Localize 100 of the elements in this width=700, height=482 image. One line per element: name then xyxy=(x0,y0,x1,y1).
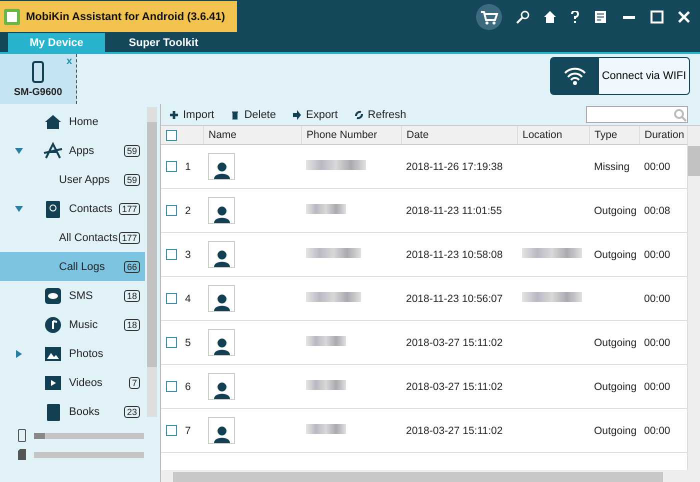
blurred-phone-number xyxy=(306,424,346,434)
column-header[interactable]: Name xyxy=(203,126,301,144)
scrollbar[interactable] xyxy=(147,107,157,417)
person-silhouette-icon xyxy=(214,293,230,311)
column-header[interactable]: Date xyxy=(401,126,517,144)
sidebar-item[interactable]: Videos 7 xyxy=(0,368,145,397)
count-badge: 18 xyxy=(124,318,140,330)
maximize-icon[interactable] xyxy=(650,10,664,24)
sidebar-item[interactable]: Contacts 177 xyxy=(0,194,145,223)
count-badge: 177 xyxy=(118,202,140,214)
row-number: 5 xyxy=(185,336,191,348)
duration-cell: 00:00 xyxy=(644,336,670,348)
sidebar-item[interactable]: Music 18 xyxy=(0,310,145,339)
blurred-phone-number xyxy=(306,380,346,390)
blurred-phone-number xyxy=(306,204,346,214)
blurred-phone-number xyxy=(306,248,361,258)
person-silhouette-icon xyxy=(214,425,230,443)
home-icon[interactable] xyxy=(544,10,556,22)
checkbox[interactable] xyxy=(166,205,177,216)
app-store-icon xyxy=(43,140,63,160)
sidebar-item[interactable]: All Contacts 177 xyxy=(0,223,145,252)
duration-cell: 00:00 xyxy=(644,248,670,260)
type-cell: Outgoing xyxy=(594,380,637,392)
person-silhouette-icon xyxy=(214,381,230,399)
phone-icon xyxy=(32,60,44,82)
checkbox[interactable] xyxy=(166,337,177,348)
triangle-down-icon[interactable] xyxy=(14,204,22,212)
duration-cell: 00:00 xyxy=(644,292,670,304)
checkbox[interactable] xyxy=(166,381,177,392)
refresh-icon xyxy=(354,110,364,120)
type-cell: Outgoing xyxy=(594,248,637,260)
search-icon xyxy=(673,108,687,122)
register-icon[interactable] xyxy=(594,10,608,24)
date-cell: 2018-11-23 10:56:07 xyxy=(406,292,503,304)
date-cell: 2018-03-27 15:11:02 xyxy=(406,380,503,392)
date-cell: 2018-03-27 15:11:02 xyxy=(406,336,503,348)
wifi-icon xyxy=(563,66,587,86)
column-header[interactable]: Phone Number xyxy=(301,126,401,144)
count-badge: 59 xyxy=(124,144,140,156)
person-silhouette-icon xyxy=(214,161,230,179)
music-note-icon xyxy=(43,314,63,334)
duration-cell: 00:00 xyxy=(644,424,670,436)
window-title: MobiKin Assistant for Android (3.6.41) xyxy=(26,10,226,22)
count-badge: 18 xyxy=(124,290,140,302)
triangle-down-icon[interactable] xyxy=(14,146,22,154)
address-book-icon xyxy=(43,198,63,218)
column-header[interactable]: Location xyxy=(517,126,589,144)
blurred-phone-number xyxy=(306,160,366,170)
row-number: 1 xyxy=(185,160,191,172)
search-field[interactable] xyxy=(586,106,688,123)
chat-bubble-icon xyxy=(43,286,63,306)
sidebar-item[interactable]: Home xyxy=(0,107,145,136)
connect-wifi-button[interactable]: Connect via WIFI xyxy=(550,57,690,95)
close-icon[interactable] xyxy=(678,10,690,22)
sidebar-item[interactable]: Books 23 xyxy=(0,397,145,426)
checkbox[interactable] xyxy=(166,130,177,141)
device-card[interactable]: SM-G9600 x xyxy=(0,54,77,104)
horizontal-scrollbar[interactable] xyxy=(161,470,700,482)
checkbox[interactable] xyxy=(166,425,177,436)
sidebar-item[interactable]: Photos xyxy=(0,339,145,368)
toolbar-button[interactable]: Export xyxy=(292,108,338,120)
type-cell: Outgoing xyxy=(594,204,637,216)
checkbox[interactable] xyxy=(166,293,177,304)
toolbar-button[interactable]: Delete xyxy=(230,108,276,120)
blurred-phone-number xyxy=(306,292,361,302)
sidebar-item[interactable]: SMS 18 xyxy=(0,281,145,310)
toolbar-button[interactable]: Refresh xyxy=(354,108,406,120)
person-silhouette-icon xyxy=(214,337,230,355)
person-silhouette-icon xyxy=(214,205,230,223)
date-cell: 2018-03-27 15:11:02 xyxy=(406,424,503,436)
help-icon[interactable] xyxy=(570,10,580,22)
count-badge: 23 xyxy=(124,406,140,418)
sd-card-icon xyxy=(18,449,26,460)
scrollbar[interactable] xyxy=(687,126,700,470)
column-header[interactable]: Duration xyxy=(639,126,687,144)
trash-icon xyxy=(230,110,240,120)
toolbar-button[interactable]: Import xyxy=(169,108,214,120)
row-number: 4 xyxy=(185,292,191,304)
blurred-phone-number xyxy=(306,336,346,346)
cart-icon[interactable] xyxy=(476,4,502,30)
type-cell: Outgoing xyxy=(594,424,637,436)
checkbox[interactable] xyxy=(166,249,177,260)
sidebar-item[interactable]: Apps 59 xyxy=(0,136,145,165)
app-logo-icon xyxy=(4,8,20,24)
row-number: 6 xyxy=(185,380,191,392)
count-badge: 59 xyxy=(124,174,140,186)
person-silhouette-icon xyxy=(214,249,230,267)
column-header[interactable]: Type xyxy=(589,126,639,144)
tab[interactable]: Super Toolkit xyxy=(115,33,212,52)
device-name: SM-G9600 xyxy=(14,86,62,98)
count-badge: 66 xyxy=(124,260,140,272)
duration-cell: 00:08 xyxy=(644,204,670,216)
type-cell: Outgoing xyxy=(594,336,637,348)
date-cell: 2018-11-23 10:58:08 xyxy=(406,248,503,260)
checkbox[interactable] xyxy=(166,161,177,172)
duration-cell: 00:00 xyxy=(644,160,670,172)
sidebar-item[interactable]: Call Logs 66 xyxy=(0,252,145,281)
sidebar-item[interactable]: User Apps 59 xyxy=(0,165,145,194)
triangle-right-icon[interactable] xyxy=(14,350,22,358)
plus-icon xyxy=(169,110,179,120)
